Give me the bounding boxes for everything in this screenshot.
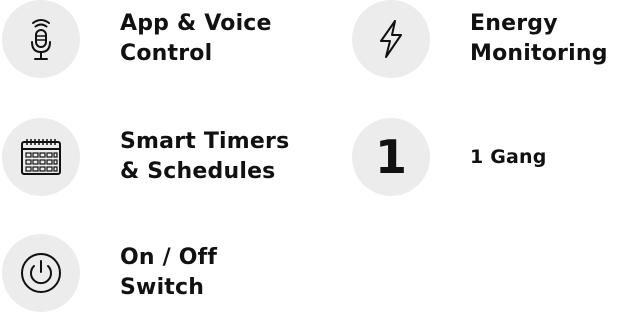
feature-on-off-switch: On / Off Switch [2, 234, 217, 312]
feature-label: Energy Monitoring [470, 9, 608, 69]
microphone-icon [2, 0, 80, 78]
lightning-icon [352, 0, 430, 78]
feature-one-gang: 1 1 Gang [352, 118, 547, 196]
feature-label-line1: Energy [470, 11, 558, 36]
feature-label: 1 Gang [470, 142, 547, 172]
feature-label: Smart Timers & Schedules [120, 127, 289, 187]
gang-number: 1 [374, 130, 407, 184]
feature-smart-timers: Smart Timers & Schedules [2, 118, 289, 196]
feature-label: On / Off Switch [120, 243, 217, 303]
gang-count-icon: 1 [352, 118, 430, 196]
power-icon [2, 234, 80, 312]
feature-label-line1: 1 Gang [470, 146, 547, 168]
feature-label-line2: Monitoring [470, 41, 608, 66]
feature-label-line1: On / Off [120, 245, 218, 270]
feature-label-line2: & Schedules [120, 159, 276, 184]
feature-label-line1: Smart Timers [120, 129, 290, 154]
feature-label: App & Voice Control [120, 9, 272, 69]
feature-label-line2: Switch [120, 275, 205, 300]
feature-app-voice-control: App & Voice Control [2, 0, 272, 78]
calendar-icon [2, 118, 80, 196]
feature-label-line1: App & Voice [120, 11, 272, 36]
feature-energy-monitoring: Energy Monitoring [352, 0, 608, 78]
feature-label-line2: Control [120, 41, 213, 66]
